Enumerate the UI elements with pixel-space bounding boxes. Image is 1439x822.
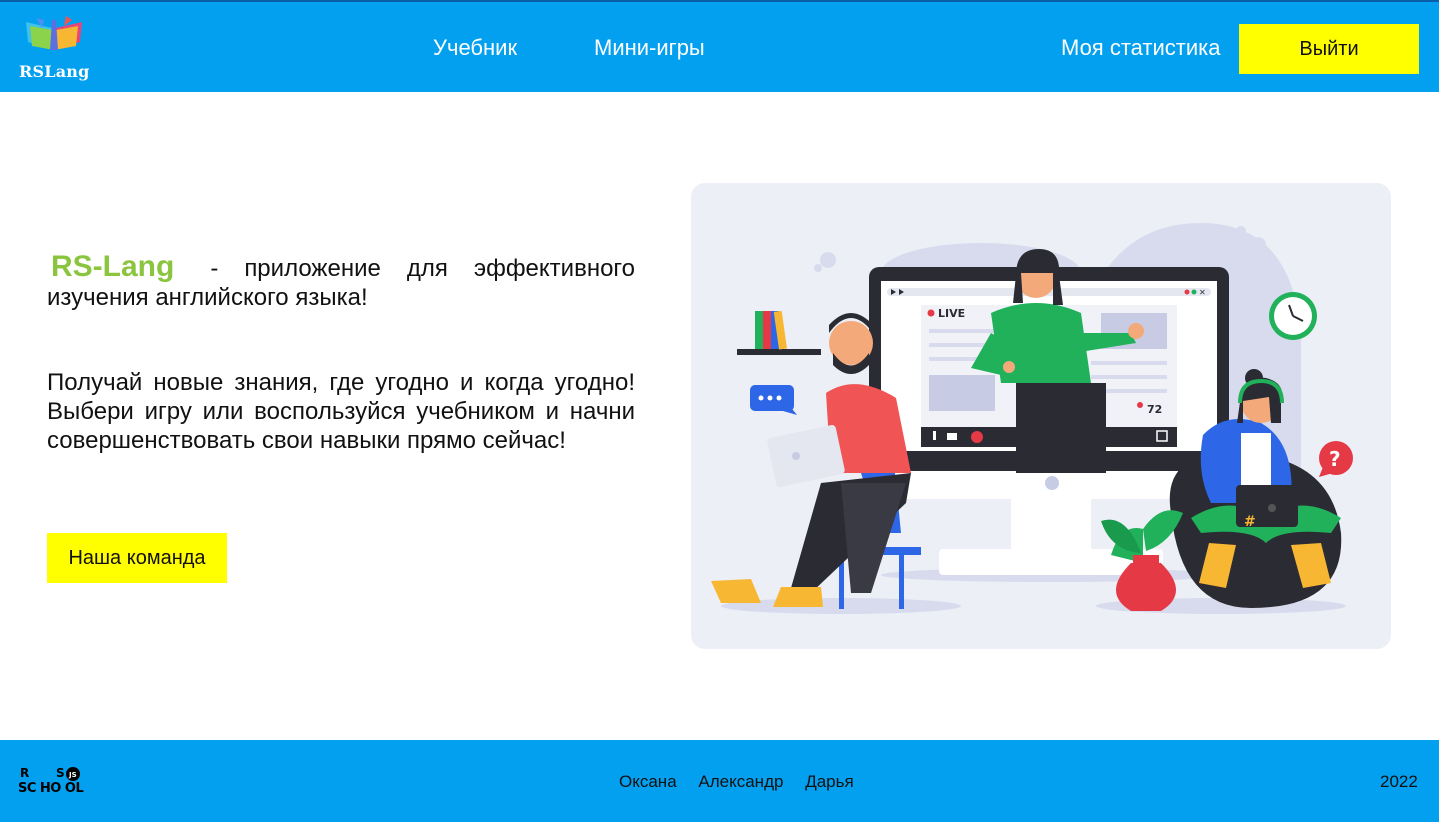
svg-text:✕: ✕ [1199, 288, 1206, 297]
intro-text: RS-Lang - приложение для эффективного из… [47, 252, 635, 312]
svg-text:SC HO OL: SC HO OL [18, 781, 83, 796]
our-team-button[interactable]: Наша команда [47, 533, 227, 583]
rslang-logo[interactable]: RSLang [18, 16, 90, 82]
authors-list: Оксана Александр Дарья [619, 772, 871, 792]
author-link-oksana[interactable]: Оксана [619, 772, 677, 791]
hero-illustration: ✕ LIVE 72 ? # [691, 183, 1391, 649]
svg-text:?: ? [1329, 447, 1341, 471]
online-learning-illustration: ✕ LIVE 72 ? # [711, 223, 1353, 614]
logo-text: RSLang [19, 62, 90, 81]
logout-button[interactable]: Выйти [1239, 24, 1419, 74]
header: RSLang Учебник Мини-игры Моя статистика … [0, 0, 1439, 92]
nav-mini-games[interactable]: Мини-игры [594, 35, 705, 61]
viewers-count: 72 [1147, 403, 1162, 416]
book-icon [26, 16, 82, 50]
footer: R S JS SC HO OL Оксана Александр Дарья 2… [0, 740, 1439, 822]
svg-text:R: R [20, 766, 29, 780]
copyright-year: 2022 [1380, 772, 1418, 791]
nav-textbook[interactable]: Учебник [433, 35, 517, 61]
svg-text:JS: JS [68, 771, 77, 779]
nav-my-stats[interactable]: Моя статистика [1061, 35, 1221, 61]
rs-school-logo[interactable]: R S JS SC HO OL [18, 766, 92, 796]
svg-text:#: # [1244, 514, 1256, 530]
author-link-alexander[interactable]: Александр [698, 772, 783, 791]
brand-name: RS-Lang [51, 250, 175, 283]
rs-school-icon: R S JS SC HO OL [18, 766, 84, 796]
author-link-daria[interactable]: Дарья [805, 772, 854, 791]
live-label: LIVE [938, 307, 965, 320]
svg-text:S: S [56, 766, 65, 780]
description-text: Получай новые знания, где угодно и когда… [47, 369, 635, 454]
